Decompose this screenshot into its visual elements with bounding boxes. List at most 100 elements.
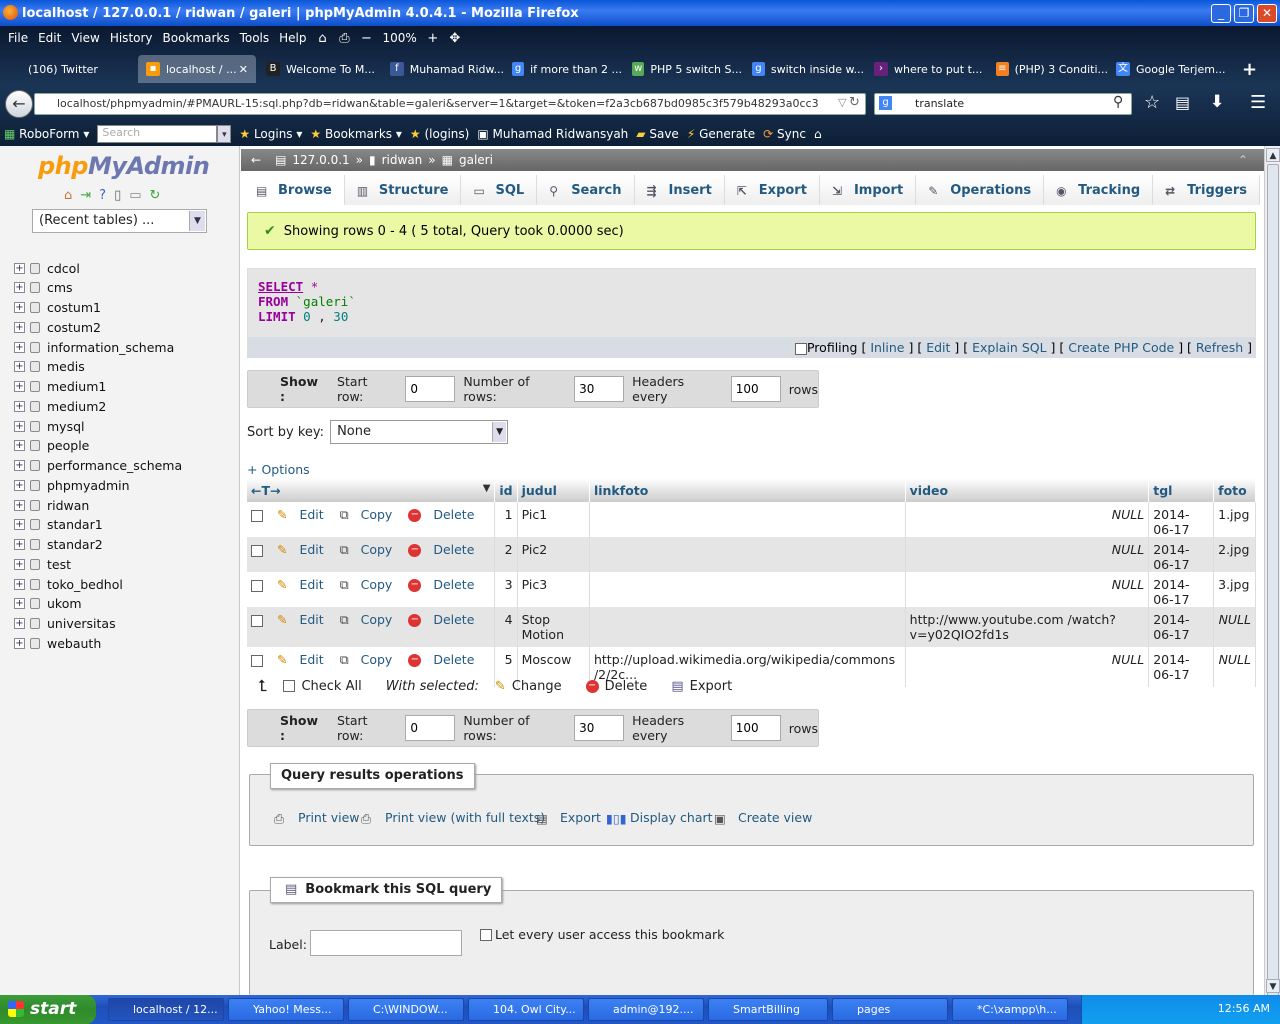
bookmark-sync[interactable]: ⟳ Sync [763,127,806,141]
expand-icon[interactable]: + [14,381,25,392]
tab-php5switch[interactable]: w PHP 5 switch S... [624,55,742,83]
tab-triggers[interactable]: ⇄ Triggers [1153,175,1261,205]
copy-row-button[interactable]: ⧉ Copy [340,542,401,557]
print-view-link[interactable]: ⎙ Print view [274,810,360,826]
cell-judul[interactable]: Pic2 [517,537,590,572]
db-name[interactable]: costum2 [47,320,101,335]
display-chart-link[interactable]: ▮▯▮ Display chart [606,810,713,826]
cell-linkfoto[interactable] [589,607,906,647]
expand-icon[interactable]: + [14,519,25,531]
cell-linkfoto[interactable] [589,572,906,607]
copy-row-button[interactable]: ⧉ Copy [340,652,401,667]
cell-foto[interactable]: 3.jpg [1213,572,1256,607]
tab-php3cond[interactable]: ≡ (PHP) 3 Conditi... [988,55,1108,83]
bookmarks-menu-icon[interactable]: ▤ [1175,93,1190,112]
copy-row-button[interactable]: ⧉ Copy [340,507,401,522]
start-row-input[interactable] [405,376,456,402]
expand-icon[interactable]: + [14,598,25,610]
print-view-full-link[interactable]: ⎙ Print view (with full texts) [361,810,545,826]
row-checkbox[interactable] [251,509,263,522]
cell-video[interactable]: NULL [905,647,1150,687]
cell-tgl[interactable]: 2014-06-17 [1148,537,1215,572]
db-name[interactable]: webauth [47,636,101,651]
tab-ifmore[interactable]: g if more than 2 ... [504,55,622,83]
db-name[interactable]: medium2 [47,399,106,414]
db-item-cdcol[interactable]: + cdcol [14,259,80,277]
task-xampp[interactable]: *C:\xampp\h... [952,998,1068,1021]
db-item-universitas[interactable]: + universitas [14,615,116,633]
db-item-webauth[interactable]: + webauth [14,634,101,652]
menu-file[interactable]: File [6,31,30,45]
breadcrumb-db[interactable]: ridwan [382,153,423,167]
close-window-button[interactable]: ✕ [1257,4,1277,23]
copy-row-button[interactable]: ⧉ Copy [340,577,401,592]
move-icon[interactable]: ✥ [447,31,463,46]
settings-icon[interactable]: ▭ [129,188,141,203]
tab-sql[interactable]: ▭ SQL [461,175,538,205]
cell-foto[interactable]: 1.jpg [1213,502,1256,537]
export-link[interactable]: ▤ Export [536,810,601,826]
new-tab-button[interactable]: + [1234,55,1262,83]
options-link[interactable]: + Options [247,462,310,477]
task-yahoo[interactable]: Yahoo! Mess... [228,998,344,1021]
db-item-phpmyadmin[interactable]: + phpmyadmin [14,476,130,494]
db-name[interactable]: mysql [47,419,85,434]
cell-foto[interactable]: NULL [1213,647,1256,687]
refresh-link[interactable]: Refresh [1196,340,1243,355]
create-php-code-link[interactable]: Create PHP Code [1068,340,1174,355]
explain-sql-link[interactable]: Explain SQL [972,340,1046,355]
scroll-up-icon[interactable]: ▲ [1266,148,1280,162]
expand-icon[interactable]: + [14,440,25,452]
tab-browse[interactable]: ▤ Browse [244,175,345,205]
expand-icon[interactable]: + [14,400,25,412]
phpmyadmin-logo[interactable]: phpMyAdmin [38,152,210,180]
cell-foto[interactable]: NULL [1213,607,1256,647]
menu-view[interactable]: View [69,31,101,45]
breadcrumb-table[interactable]: galeri [459,153,493,167]
home-icon-panel[interactable]: ⌂ [64,188,72,203]
row-checkbox[interactable] [251,579,263,592]
tab-welcome[interactable]: B Welcome To M... [258,55,380,83]
db-item-standar1[interactable]: + standar1 [14,516,103,534]
minimize-button[interactable]: _ [1211,4,1231,23]
db-name[interactable]: ukom [47,596,82,611]
db-name[interactable]: phpmyadmin [47,478,130,493]
share-bookmark-label[interactable]: Let every user access this bookmark [495,927,724,942]
db-item-cms[interactable]: + cms [14,279,73,297]
cell-tgl[interactable]: 2014-06-17 [1148,607,1215,647]
edit-row-button[interactable]: ✎ Edit [277,577,332,592]
search-go-icon[interactable]: ⚲ [1113,94,1123,110]
task-owlcity[interactable]: 104. Owl City... [468,998,584,1021]
vertical-scrollbar[interactable]: ▲ ▼ [1264,146,1280,1024]
db-item-ridwan[interactable]: + ridwan [14,496,89,514]
expand-icon[interactable]: + [14,578,25,590]
db-item-standar2[interactable]: + standar2 [14,536,103,554]
task-pages[interactable]: pages [832,998,948,1021]
bookmark-save[interactable]: ▰ Save [636,127,679,141]
db-item-costum1[interactable]: + costum1 [14,299,101,317]
tab-localhost[interactable]: ▪ localhost / ... ✕ [138,55,256,83]
cell-video[interactable]: NULL [905,537,1150,572]
cell-video[interactable]: NULL [905,502,1150,537]
recent-tables-select[interactable]: (Recent tables) ... ▼ [32,209,207,233]
edit-sql-link[interactable]: Edit [926,340,950,355]
tab-tracking[interactable]: ◉ Tracking [1044,175,1154,205]
cell-tgl[interactable]: 2014-06-17 [1148,647,1215,687]
roboform-button[interactable]: ▦ RoboForm ▾ [4,127,89,141]
cell-judul[interactable]: Pic3 [517,572,590,607]
number-of-rows-input[interactable] [574,376,625,402]
db-name[interactable]: costum1 [47,300,101,315]
expand-icon[interactable]: + [14,341,25,353]
delete-selected-button[interactable]: Delete [605,679,648,694]
db-item-toko_bedhol[interactable]: + toko_bedhol [14,575,123,593]
menu-bookmarks[interactable]: Bookmarks [161,31,232,45]
menu-tools[interactable]: Tools [238,31,272,45]
tab-import[interactable]: ⇲ Import [819,175,917,205]
home-icon[interactable]: ⌂ [315,31,331,46]
delete-row-button[interactable]: − Delete [408,542,482,557]
row-checkbox[interactable] [251,614,263,627]
col-header-judul[interactable]: judul [517,478,590,502]
edit-row-button[interactable]: ✎ Edit [277,652,332,667]
cell-id[interactable]: 3 [494,572,518,607]
db-item-medis[interactable]: + medis [14,358,85,376]
